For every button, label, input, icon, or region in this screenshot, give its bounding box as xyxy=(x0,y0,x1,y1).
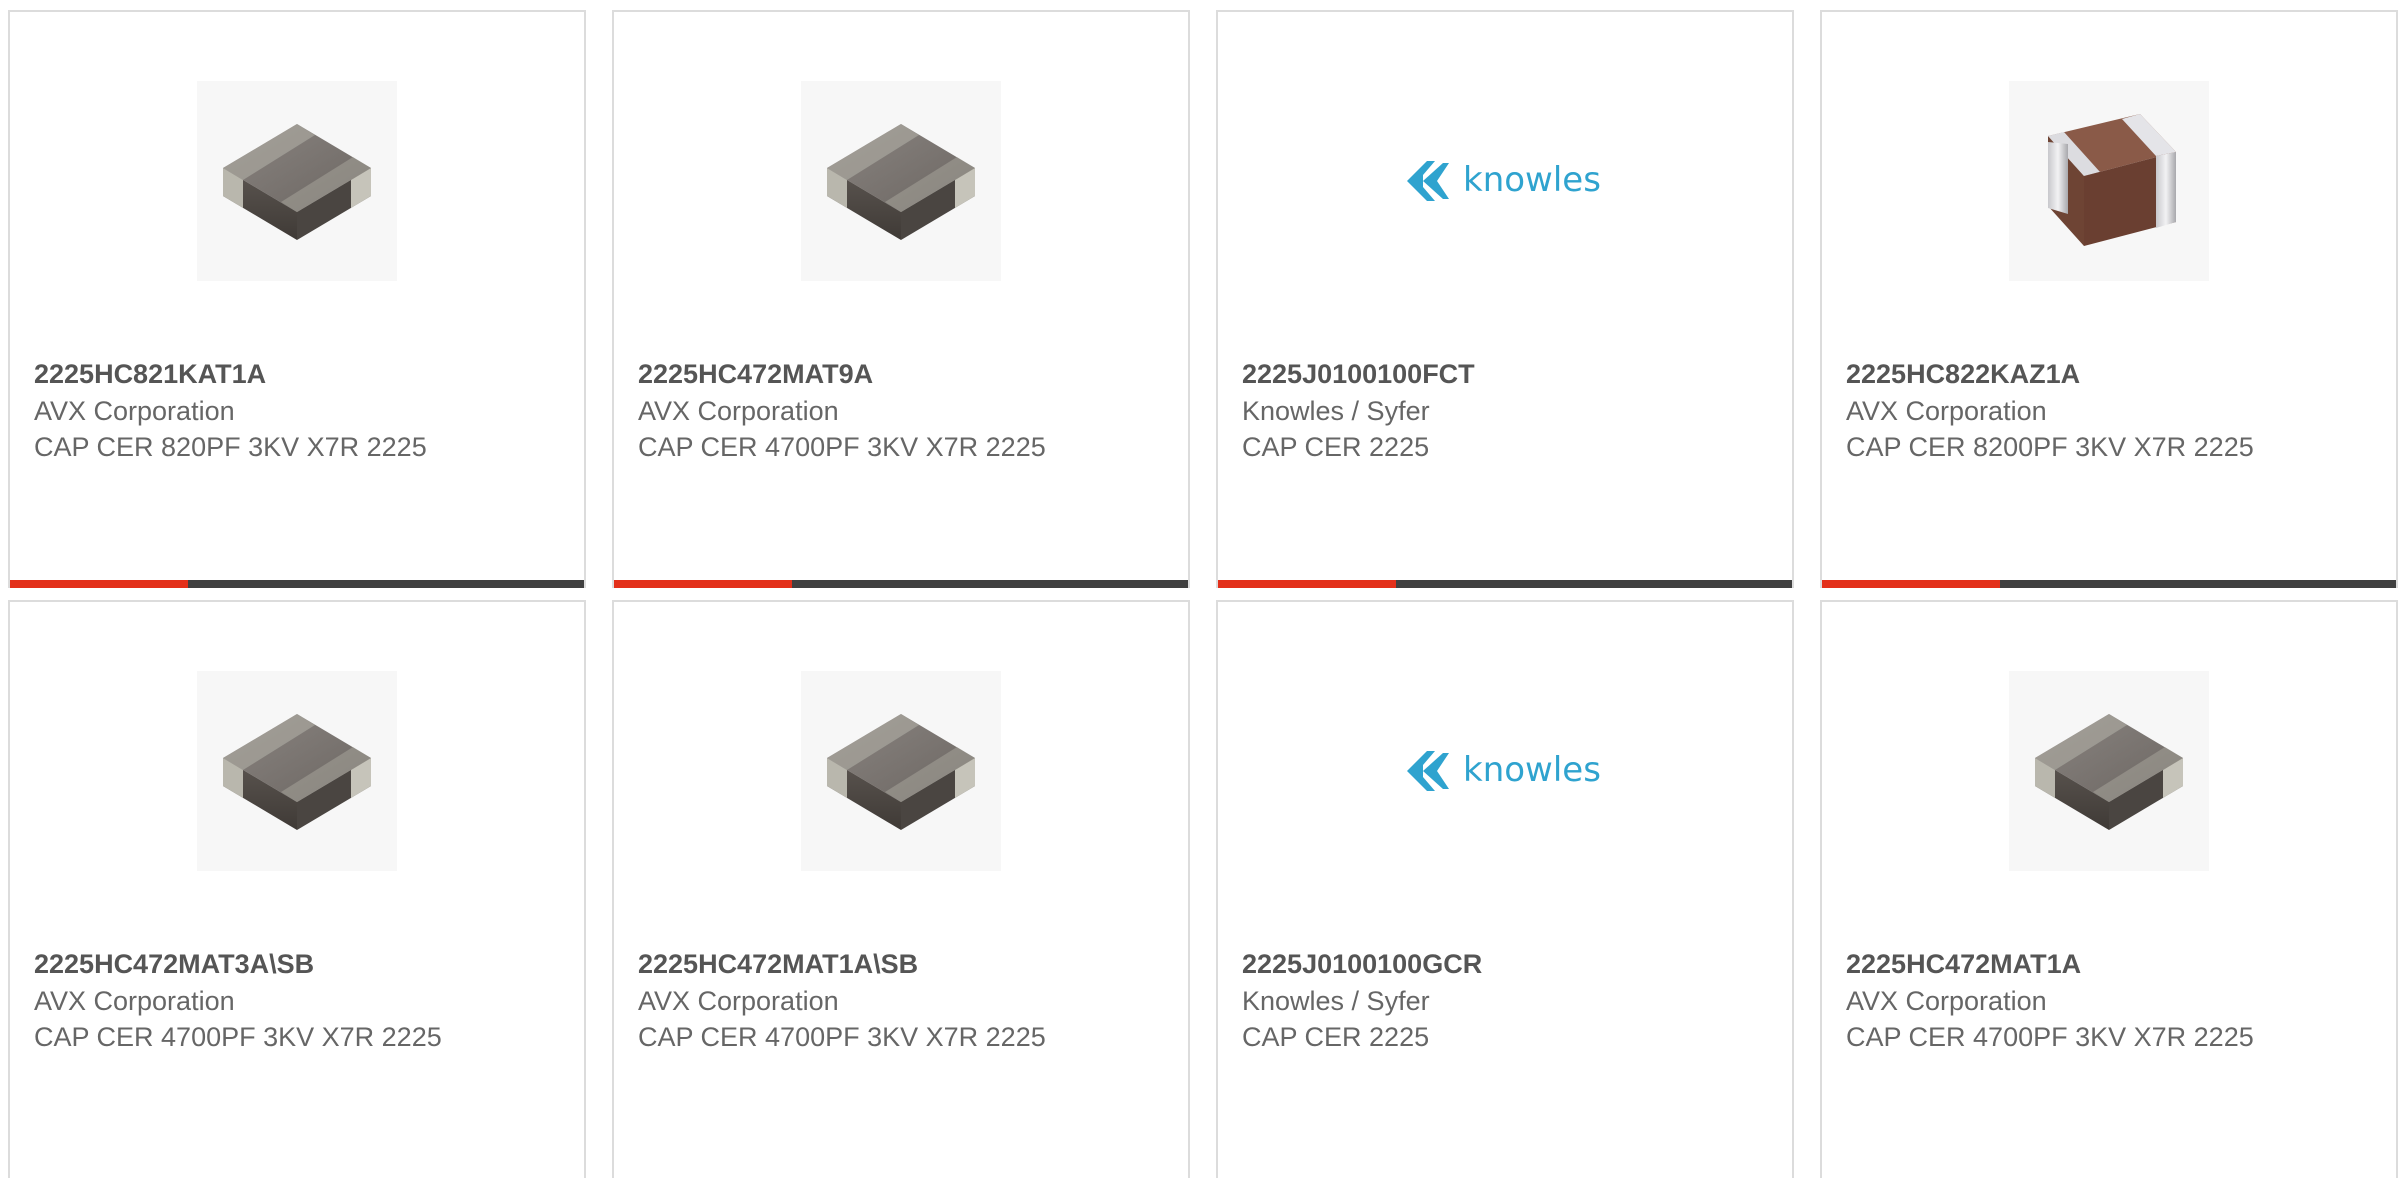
product-description: CAP CER 2225 xyxy=(1242,1022,1430,1052)
product-image xyxy=(801,671,1001,871)
part-number-link[interactable]: 2225J0100100FCT xyxy=(1242,355,1662,393)
product-card[interactable]: knowles 2225J0100100FCT Knowles / Syfer … xyxy=(1216,10,1794,588)
knowles-logo: knowles xyxy=(1407,750,1601,791)
chip-capacitor-brown-icon xyxy=(2048,114,2176,246)
product-image xyxy=(801,81,1001,281)
manufacturer-name: AVX Corporation xyxy=(638,396,839,426)
product-description: CAP CER 4700PF 3KV X7R 2225 xyxy=(34,1022,442,1052)
progress-bar-fill xyxy=(1218,580,1396,588)
product-description: CAP CER 4700PF 3KV X7R 2225 xyxy=(638,1022,1046,1052)
product-image: knowles xyxy=(1405,671,1605,871)
progress-bar-fill xyxy=(10,580,188,588)
product-description: CAP CER 4700PF 3KV X7R 2225 xyxy=(638,432,1046,462)
product-description: CAP CER 2225 xyxy=(1242,432,1430,462)
product-grid: 2225HC821KAT1A AVX Corporation CAP CER 8… xyxy=(8,10,2398,1178)
progress-bar xyxy=(614,580,1188,588)
manufacturer-name: AVX Corporation xyxy=(34,396,235,426)
chip-capacitor-gray-icon xyxy=(2035,714,2183,830)
product-card[interactable]: 2225HC821KAT1A AVX Corporation CAP CER 8… xyxy=(8,10,586,588)
chip-capacitor-gray-icon xyxy=(827,714,975,830)
chip-capacitor-gray-icon xyxy=(827,124,975,240)
svg-text:knowles: knowles xyxy=(1463,160,1601,200)
chip-capacitor-gray-icon xyxy=(223,124,371,240)
chip-capacitor-gray-icon xyxy=(223,714,371,830)
part-number-link[interactable]: 2225J0100100GCR xyxy=(1242,945,1662,983)
part-number-link[interactable]: 2225HC472MAT1A xyxy=(1846,945,2266,983)
progress-bar-fill xyxy=(614,580,792,588)
manufacturer-name: AVX Corporation xyxy=(34,986,235,1016)
product-card[interactable]: 2225HC822KAZ1A AVX Corporation CAP CER 8… xyxy=(1820,10,2398,588)
part-number-link[interactable]: 2225HC821KAT1A xyxy=(34,355,454,393)
product-card[interactable]: 2225HC472MAT3A\SB AVX Corporation CAP CE… xyxy=(8,600,586,1178)
product-card[interactable]: 2225HC472MAT1A AVX Corporation CAP CER 4… xyxy=(1820,600,2398,1178)
progress-bar xyxy=(1822,580,2396,588)
product-description: CAP CER 820PF 3KV X7R 2225 xyxy=(34,432,427,462)
product-image xyxy=(2009,81,2209,281)
part-number-link[interactable]: 2225HC472MAT1A\SB xyxy=(638,945,1058,983)
product-description: CAP CER 4700PF 3KV X7R 2225 xyxy=(1846,1022,2254,1052)
product-card[interactable]: knowles 2225J0100100GCR Knowles / Syfer … xyxy=(1216,600,1794,1178)
product-card[interactable]: 2225HC472MAT1A\SB AVX Corporation CAP CE… xyxy=(612,600,1190,1178)
part-number-link[interactable]: 2225HC472MAT3A\SB xyxy=(34,945,454,983)
part-number-link[interactable]: 2225HC472MAT9A xyxy=(638,355,1058,393)
manufacturer-name: AVX Corporation xyxy=(1846,396,2047,426)
svg-text:knowles: knowles xyxy=(1463,750,1601,790)
manufacturer-name: Knowles / Syfer xyxy=(1242,396,1430,426)
manufacturer-name: AVX Corporation xyxy=(638,986,839,1016)
product-image: knowles xyxy=(1405,81,1605,281)
manufacturer-name: Knowles / Syfer xyxy=(1242,986,1430,1016)
product-image xyxy=(2009,671,2209,871)
knowles-logo: knowles xyxy=(1407,160,1601,201)
product-card[interactable]: 2225HC472MAT9A AVX Corporation CAP CER 4… xyxy=(612,10,1190,588)
progress-bar xyxy=(1218,580,1792,588)
product-image xyxy=(197,81,397,281)
product-description: CAP CER 8200PF 3KV X7R 2225 xyxy=(1846,432,2254,462)
product-image xyxy=(197,671,397,871)
progress-bar xyxy=(10,580,584,588)
manufacturer-name: AVX Corporation xyxy=(1846,986,2047,1016)
part-number-link[interactable]: 2225HC822KAZ1A xyxy=(1846,355,2266,393)
progress-bar-fill xyxy=(1822,580,2000,588)
